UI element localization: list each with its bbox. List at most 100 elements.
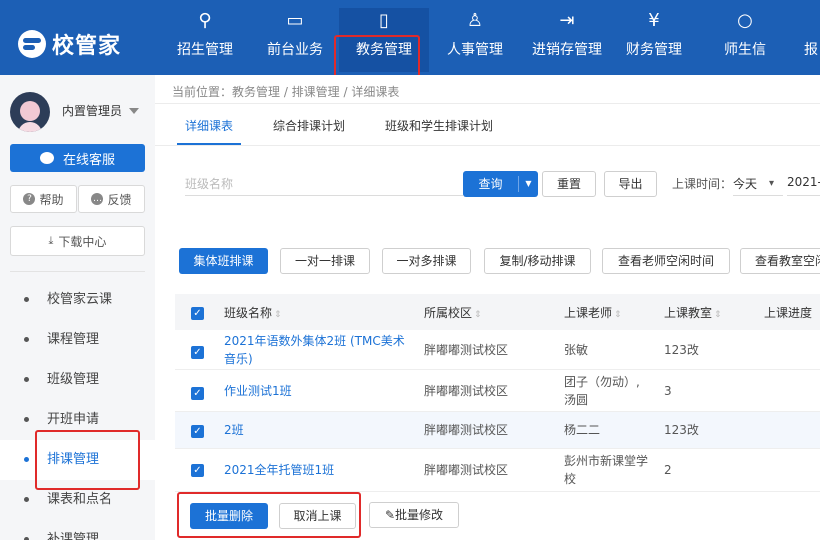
row-checkbox[interactable]: ✓ bbox=[191, 425, 204, 438]
time-filter-label: 上课时间： bbox=[672, 177, 733, 191]
header-classroom[interactable]: 上课教室 ⇕ bbox=[664, 304, 722, 321]
sidebar-item-label: 开班申请 bbox=[47, 412, 100, 427]
nav-inventory[interactable]: ⇥ 进销存管理 bbox=[517, 8, 617, 72]
header-label: 上课教室 bbox=[664, 306, 713, 320]
money-bag-icon: ¥ bbox=[648, 10, 660, 31]
sidebar-item-course-management[interactable]: 课程管理 bbox=[0, 320, 155, 360]
nav-label: 人事管理 bbox=[447, 42, 503, 58]
teacher-free-time-button[interactable]: 查看老师空闲时间 bbox=[602, 248, 730, 274]
chat-icon bbox=[39, 152, 54, 164]
one-to-many-schedule-button[interactable]: 一对多排课 bbox=[382, 248, 471, 274]
reset-button[interactable]: 重置 bbox=[542, 171, 596, 197]
user-name[interactable]: 内置管理员 bbox=[62, 102, 122, 119]
message-icon: ○ bbox=[737, 10, 753, 31]
report-icon bbox=[804, 8, 820, 34]
nav-label: 报 bbox=[804, 42, 818, 58]
sort-icon: ⇕ bbox=[714, 310, 722, 320]
nav-reports[interactable]: 报 bbox=[790, 8, 820, 72]
ellipsis-icon: … bbox=[91, 193, 104, 205]
nav-enrollment[interactable]: ⚲ 招生管理 bbox=[160, 8, 250, 72]
download-center-label: 下载中心 bbox=[58, 234, 107, 249]
online-service-button[interactable]: 在线客服 bbox=[10, 144, 145, 172]
campus-cell: 胖嘟嘟测试校区 bbox=[424, 343, 509, 357]
header-campus[interactable]: 所属校区 ⇕ bbox=[424, 304, 482, 321]
sidebar-item-label: 课表和点名 bbox=[47, 492, 113, 507]
row-checkbox[interactable]: ✓ bbox=[191, 387, 204, 400]
highlight-box-bulk bbox=[177, 492, 361, 538]
monitor-icon: ▭ bbox=[286, 10, 304, 31]
sidebar-item-makeup-class[interactable]: 补课管理 bbox=[0, 520, 155, 540]
date-field[interactable]: 2021- bbox=[787, 175, 820, 189]
nav-label: 前台业务 bbox=[267, 42, 323, 58]
bulk-edit-button[interactable]: ✎批量修改 bbox=[369, 502, 459, 528]
highlight-box-nav bbox=[334, 35, 420, 80]
header-teacher[interactable]: 上课老师 ⇕ bbox=[564, 304, 622, 321]
feedback-button[interactable]: … 反馈 bbox=[78, 185, 145, 213]
sidebar-item-label: 班级管理 bbox=[47, 372, 100, 387]
sidebar-item-cloud-course[interactable]: 校管家云课 bbox=[0, 280, 155, 320]
classroom-cell: 3 bbox=[664, 384, 672, 398]
nav-front-desk[interactable]: ▭ 前台业务 bbox=[250, 8, 340, 72]
app-logo[interactable]: 校管家 bbox=[18, 28, 121, 60]
header-class-name[interactable]: 班级名称 ⇕ bbox=[224, 304, 282, 321]
header-progress[interactable]: 上课进度 bbox=[764, 304, 812, 321]
table-row[interactable]: ✓ 作业测试1班 胖嘟嘟测试校区 团子（勿动）,汤圆 3 bbox=[175, 370, 820, 412]
class-name-link[interactable]: 2班 bbox=[224, 421, 244, 439]
divider bbox=[155, 145, 820, 146]
class-name-link[interactable]: 2021年语数外集体2班 (TMC美术音乐) bbox=[224, 332, 414, 368]
teacher-cell: 杨二二 bbox=[564, 423, 601, 437]
teacher-cell: 团子（勿动）,汤圆 bbox=[564, 375, 640, 407]
class-name-link[interactable]: 2021全年托管班1班 bbox=[224, 461, 334, 479]
tab-schedule-plan[interactable]: 综合排课计划 bbox=[273, 117, 345, 134]
highlight-box-sidebar bbox=[35, 430, 140, 490]
chevron-down-icon[interactable]: ▾ bbox=[769, 178, 774, 189]
nav-messages[interactable]: ○ 师生信 bbox=[700, 8, 790, 72]
copy-move-schedule-button[interactable]: 复制/移动排课 bbox=[484, 248, 591, 274]
avatar[interactable] bbox=[10, 92, 50, 132]
header-label: 所属校区 bbox=[424, 306, 473, 320]
header-label: 上课老师 bbox=[564, 306, 613, 320]
feedback-label: 反馈 bbox=[107, 192, 132, 207]
classroom-cell: 123改 bbox=[664, 343, 699, 357]
teacher-cell: 张敏 bbox=[564, 343, 589, 357]
query-button[interactable]: 查询 ▼ bbox=[463, 171, 538, 197]
export-button[interactable]: 导出 bbox=[604, 171, 657, 197]
bulk-edit-label: 批量修改 bbox=[395, 508, 444, 522]
select-all-checkbox[interactable]: ✓ bbox=[191, 307, 204, 320]
sidebar-item-label: 课程管理 bbox=[47, 332, 100, 347]
time-range-select[interactable]: 今天 bbox=[733, 175, 757, 192]
divider bbox=[155, 103, 820, 104]
sort-icon: ⇕ bbox=[474, 310, 482, 320]
sidebar-item-class-management[interactable]: 班级管理 bbox=[0, 360, 155, 400]
query-label: 查询 bbox=[478, 177, 503, 191]
download-center-button[interactable]: ⤓ 下载中心 bbox=[10, 226, 145, 256]
class-name-search-input[interactable] bbox=[185, 172, 463, 196]
tab-class-student-plan[interactable]: 班级和学生排课计划 bbox=[385, 117, 493, 134]
book-icon: ▯ bbox=[379, 10, 389, 31]
tab-detail-schedule[interactable]: 详细课表 bbox=[185, 117, 233, 134]
breadcrumb: 当前位置：教务管理 / 排课管理 / 详细课表 bbox=[172, 85, 400, 99]
chevron-down-icon[interactable] bbox=[129, 108, 139, 114]
teacher-cell: 彭州市新课堂学校 bbox=[564, 454, 649, 486]
table-row[interactable]: ✓ 2021年语数外集体2班 (TMC美术音乐) 胖嘟嘟测试校区 张敏 123改 bbox=[175, 330, 820, 370]
sidebar-item-label: 补课管理 bbox=[47, 532, 100, 540]
campus-cell: 胖嘟嘟测试校区 bbox=[424, 463, 509, 477]
nav-hr[interactable]: ♙ 人事管理 bbox=[430, 8, 520, 72]
classroom-free-time-button[interactable]: 查看教室空闲 bbox=[740, 248, 820, 274]
chevron-down-icon[interactable]: ▼ bbox=[519, 171, 538, 197]
table-header: ✓ 班级名称 ⇕ 所属校区 ⇕ 上课老师 ⇕ 上课教室 ⇕ 上课进度 bbox=[175, 294, 820, 330]
logo-icon bbox=[18, 30, 46, 58]
select-underline bbox=[733, 195, 783, 196]
person-icon: ♙ bbox=[466, 10, 484, 31]
logo-text: 校管家 bbox=[52, 34, 122, 59]
group-class-schedule-button[interactable]: 集体班排课 bbox=[179, 248, 268, 274]
table-row[interactable]: ✓ 2班 胖嘟嘟测试校区 杨二二 123改 bbox=[175, 412, 820, 449]
row-checkbox[interactable]: ✓ bbox=[191, 346, 204, 359]
table-row[interactable]: ✓ 2021全年托管班1班 胖嘟嘟测试校区 彭州市新课堂学校 2 bbox=[175, 449, 820, 492]
nav-finance[interactable]: ¥ 财务管理 bbox=[609, 8, 699, 72]
user-plus-icon: ⚲ bbox=[198, 10, 212, 31]
class-name-link[interactable]: 作业测试1班 bbox=[224, 382, 292, 400]
one-to-one-schedule-button[interactable]: 一对一排课 bbox=[280, 248, 370, 274]
row-checkbox[interactable]: ✓ bbox=[191, 464, 204, 477]
help-button[interactable]: ? 帮助 bbox=[10, 185, 77, 213]
